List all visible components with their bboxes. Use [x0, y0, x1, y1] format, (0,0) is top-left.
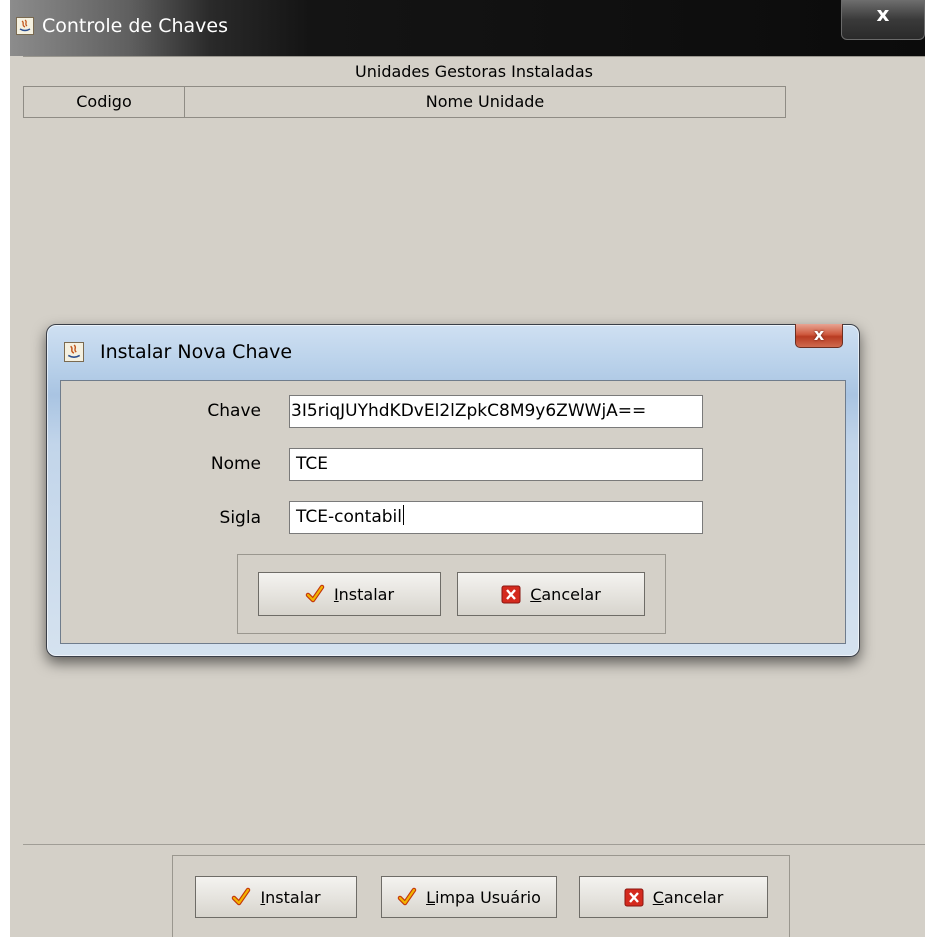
sigla-input[interactable]: TCE-contabil — [289, 501, 703, 534]
check-icon — [305, 584, 325, 604]
instalar-button-label: Instalar — [260, 887, 321, 907]
sigla-input-value: TCE-contabil — [296, 507, 402, 527]
bottom-button-panel: Instalar Limpa Usuário Cancelar — [23, 844, 925, 937]
instalar-button[interactable]: Instalar — [195, 876, 357, 918]
dialog-cancelar-button-label: Cancelar — [530, 584, 601, 604]
java-app-icon — [64, 342, 84, 362]
chave-label: Chave — [207, 401, 261, 421]
nome-input[interactable]: TCE — [289, 448, 703, 481]
limpa-usuario-button-label: Limpa Usuário — [426, 887, 541, 907]
dialog-cancelar-button[interactable]: Cancelar — [457, 572, 645, 616]
dialog-instalar-button[interactable]: Instalar — [258, 572, 441, 616]
cancelar-button-label: Cancelar — [652, 887, 724, 907]
check-icon — [397, 887, 417, 907]
limpa-usuario-button[interactable]: Limpa Usuário — [381, 876, 557, 918]
red-x-icon — [501, 584, 521, 604]
main-title-bar[interactable]: Controle de Chaves x — [10, 0, 925, 56]
table-header: Codigo Nome Unidade — [23, 86, 925, 118]
chave-input[interactable]: 3I5riqJUYhdKDvEl2lZpkC8M9y6ZWWjA== — [289, 395, 703, 428]
dialog-button-group: Instalar Cancelar — [237, 554, 666, 634]
nome-label: Nome — [210, 454, 261, 474]
cancelar-button[interactable]: Cancelar — [579, 876, 768, 918]
main-close-button[interactable]: x — [841, 0, 925, 40]
column-header-codigo[interactable]: Codigo — [23, 86, 185, 118]
check-icon — [231, 887, 251, 907]
dialog-close-button[interactable]: x — [795, 324, 843, 348]
close-icon: x — [876, 2, 890, 26]
dialog-title: Instalar Nova Chave — [100, 341, 293, 363]
close-icon: x — [813, 325, 825, 344]
dialog-instalar-button-label: Instalar — [333, 584, 395, 604]
bottom-button-group: Instalar Limpa Usuário Cancelar — [172, 855, 790, 937]
dialog-form: Chave 3I5riqJUYhdKDvEl2lZpkC8M9y6ZWWjA==… — [60, 380, 846, 644]
red-x-icon — [624, 887, 644, 907]
text-caret — [402, 505, 404, 525]
java-app-icon — [16, 17, 34, 35]
column-header-nome-unidade[interactable]: Nome Unidade — [184, 86, 786, 118]
instalar-nova-chave-dialog: Instalar Nova Chave x Chave 3I5riqJUYhdK… — [46, 324, 860, 657]
sigla-label: Sigla — [219, 508, 261, 528]
table-caption: Unidades Gestoras Instaladas — [23, 56, 925, 87]
main-window-title: Controle de Chaves — [42, 15, 228, 37]
